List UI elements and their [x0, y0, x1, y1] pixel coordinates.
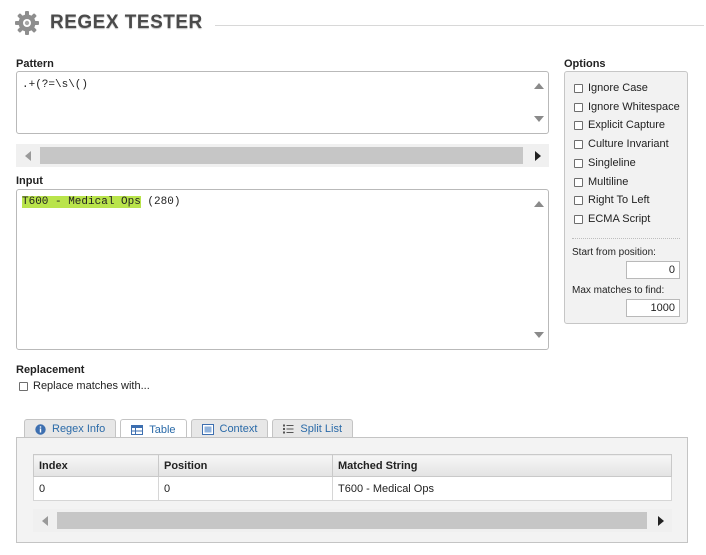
max-matches-label: Max matches to find:: [572, 285, 665, 296]
replace-matches-checkbox[interactable]: [19, 381, 28, 391]
document-icon: [201, 423, 214, 435]
scroll-down-icon[interactable]: [534, 332, 544, 338]
tab-label: Regex Info: [52, 423, 106, 435]
scroll-down-icon[interactable]: [534, 116, 544, 122]
input-rest-text: (280): [140, 196, 181, 208]
option-label: Ignore Case: [588, 82, 648, 94]
input-textarea[interactable]: T600 - Medical Ops (280): [16, 189, 549, 350]
input-vertical-scrollbar[interactable]: [530, 190, 548, 349]
scrollbar-thumb[interactable]: [57, 512, 647, 529]
scroll-left-icon[interactable]: [42, 515, 48, 526]
table-header-row: Index Position Matched String: [33, 454, 672, 477]
results-table: Index Position Matched String 0 0 T600 -…: [33, 454, 672, 501]
replacement-label: Replacement: [16, 364, 85, 376]
option-checkbox[interactable]: [574, 158, 583, 168]
option-explicit-capture[interactable]: Explicit Capture: [574, 119, 665, 131]
tab-label: Split List: [300, 423, 342, 435]
option-label: Right To Left: [588, 194, 650, 206]
input-label: Input: [16, 175, 43, 187]
info-icon: [35, 423, 46, 435]
option-multiline[interactable]: Multiline: [574, 176, 628, 188]
table-cell: 0: [33, 476, 159, 501]
option-ignore-case[interactable]: Ignore Case: [574, 82, 648, 94]
start-from-input[interactable]: 0: [626, 261, 680, 279]
option-culture-invariant[interactable]: Culture Invariant: [574, 138, 669, 150]
replace-matches-option[interactable]: Replace matches with...: [19, 380, 150, 392]
option-checkbox[interactable]: [574, 177, 583, 187]
pattern-textarea[interactable]: .+(?=\s\(): [16, 71, 549, 134]
scroll-right-icon[interactable]: [658, 515, 664, 526]
results-horizontal-scrollbar[interactable]: [33, 509, 672, 532]
option-checkbox[interactable]: [574, 102, 583, 112]
pattern-text: .+(?=\s\(): [22, 79, 89, 91]
tab-context[interactable]: Context: [190, 419, 269, 438]
start-from-label: Start from position:: [572, 247, 656, 258]
tab-label: Table: [149, 423, 176, 436]
list-icon: [283, 424, 294, 434]
column-header-position[interactable]: Position: [158, 454, 333, 477]
option-label: ECMA Script: [588, 213, 651, 225]
option-checkbox[interactable]: [574, 139, 583, 149]
gear-icon: [14, 10, 40, 36]
option-label: Singleline: [588, 157, 636, 169]
title-divider: [214, 24, 704, 26]
results-panel: Index Position Matched String 0 0 T600 -…: [16, 437, 688, 543]
scrollbar-thumb[interactable]: [40, 147, 523, 164]
tab-table[interactable]: Table: [120, 419, 187, 439]
column-header-index[interactable]: Index: [33, 454, 159, 477]
option-label: Ignore Whitespace: [588, 101, 680, 113]
option-checkbox[interactable]: [574, 214, 583, 224]
option-ecma-script[interactable]: ECMA Script: [574, 213, 650, 225]
max-matches-input[interactable]: 1000: [626, 299, 680, 317]
option-label: Multiline: [588, 176, 629, 188]
match-highlight: T600 - Medical Ops: [22, 196, 141, 208]
replace-matches-label: Replace matches with...: [33, 380, 150, 392]
tab-split-list[interactable]: Split List: [272, 419, 353, 438]
tab-label: Context: [219, 423, 258, 435]
app-header: REGEX TESTER: [14, 8, 704, 38]
scroll-up-icon[interactable]: [534, 201, 544, 207]
option-checkbox[interactable]: [574, 83, 583, 93]
options-label: Options: [564, 58, 606, 70]
options-panel: Ignore Case Ignore Whitespace Explicit C…: [564, 71, 688, 324]
table-cell: T600 - Medical Ops: [332, 476, 672, 501]
options-divider: [572, 238, 680, 239]
pattern-vertical-scrollbar[interactable]: [530, 72, 548, 133]
column-header-matched-string[interactable]: Matched String: [332, 454, 672, 477]
option-right-to-left[interactable]: Right To Left: [574, 194, 650, 206]
table-row[interactable]: 0 0 T600 - Medical Ops: [33, 476, 672, 501]
option-singleline[interactable]: Singleline: [574, 157, 636, 169]
results-tabs: Regex Info Table Context Split List: [24, 419, 353, 439]
option-label: Explicit Capture: [588, 119, 666, 131]
table-cell: 0: [158, 476, 333, 501]
option-checkbox[interactable]: [574, 120, 583, 130]
app-title: REGEX TESTER: [50, 12, 203, 33]
scroll-right-icon[interactable]: [535, 150, 541, 161]
input-text: T600 - Medical Ops (280): [22, 196, 180, 208]
option-label: Culture Invariant: [588, 138, 669, 150]
table-icon: [131, 424, 144, 435]
option-ignore-whitespace[interactable]: Ignore Whitespace: [574, 101, 680, 113]
tab-regex-info[interactable]: Regex Info: [24, 419, 117, 438]
option-checkbox[interactable]: [574, 195, 583, 205]
pattern-horizontal-scrollbar[interactable]: [16, 144, 549, 167]
pattern-label: Pattern: [16, 58, 54, 70]
scroll-up-icon[interactable]: [534, 83, 544, 89]
scroll-left-icon[interactable]: [25, 150, 31, 161]
